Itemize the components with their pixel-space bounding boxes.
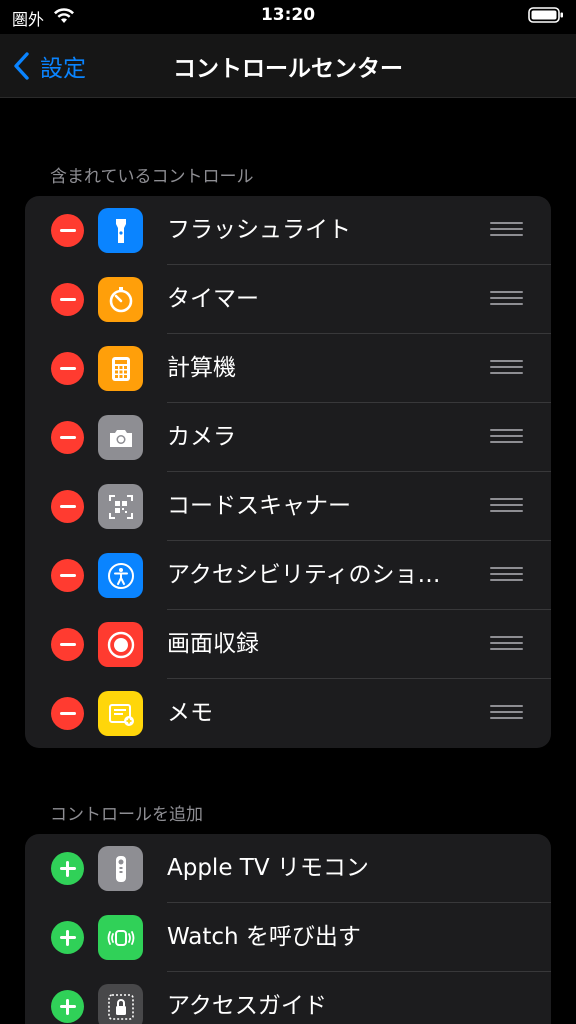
control-label: カメラ (167, 424, 236, 450)
reorder-handle-icon[interactable] (490, 705, 523, 723)
status-bar: 圏外 13:20 (0, 0, 576, 34)
minus-icon (59, 367, 76, 370)
control-label: Watch を呼び出す (167, 924, 361, 950)
minus-icon (59, 436, 76, 439)
control-center-settings-screen: 圏外 13:20 設定 コントロールセンター 含まれているコントロール フラッシ… (0, 0, 576, 1024)
notes-icon (98, 691, 143, 736)
remove-button[interactable] (51, 214, 84, 247)
more-controls-list: Apple TV リモコン Watch を呼び出す アクセスガイド (25, 834, 551, 1024)
remove-button[interactable] (51, 421, 84, 454)
add-controls-section-header: コントロールを追加 (50, 805, 203, 825)
control-label: 画面収録 (167, 631, 259, 657)
reorder-handle-icon[interactable] (490, 291, 523, 309)
minus-icon (59, 505, 76, 508)
available-row: アクセスガイド (25, 972, 551, 1024)
control-label: メモ (167, 700, 213, 726)
remove-button[interactable] (51, 559, 84, 592)
minus-icon (59, 229, 76, 232)
included-row: タイマー (25, 265, 551, 334)
control-label: タイマー (167, 286, 259, 312)
reorder-handle-icon[interactable] (490, 360, 523, 378)
control-label: コードスキャナー (167, 493, 351, 519)
remove-button[interactable] (51, 283, 84, 316)
remove-button[interactable] (51, 490, 84, 523)
guided-access-icon (98, 984, 143, 1024)
minus-icon (59, 643, 76, 646)
included-row: コードスキャナー (25, 472, 551, 541)
camera-icon (98, 415, 143, 460)
timer-icon (98, 277, 143, 322)
add-button[interactable] (51, 990, 84, 1023)
reorder-handle-icon[interactable] (490, 567, 523, 585)
remove-button[interactable] (51, 352, 84, 385)
battery-icon (528, 7, 563, 23)
remove-button[interactable] (51, 628, 84, 661)
remove-button[interactable] (51, 697, 84, 730)
minus-icon (59, 574, 76, 577)
add-button[interactable] (51, 852, 84, 885)
reorder-handle-icon[interactable] (490, 429, 523, 447)
control-label: 計算機 (167, 355, 236, 381)
flashlight-icon (98, 208, 143, 253)
screen-record-icon (98, 622, 143, 667)
reorder-handle-icon[interactable] (490, 222, 523, 240)
available-row: Apple TV リモコン (25, 834, 551, 903)
control-label: フラッシュライト (167, 217, 351, 243)
control-label: アクセスガイド (167, 993, 327, 1019)
available-row: Watch を呼び出す (25, 903, 551, 972)
minus-icon (59, 712, 76, 715)
watch-ping-icon (98, 915, 143, 960)
reorder-handle-icon[interactable] (490, 498, 523, 516)
included-controls-list: フラッシュライト タイマー 計算機 カメラ コードスキャナー アクセシビリティの… (25, 196, 551, 748)
included-section-header: 含まれているコントロール (50, 167, 254, 187)
tv-remote-icon (98, 846, 143, 891)
included-row: カメラ (25, 403, 551, 472)
included-row: アクセシビリティのショ… (25, 541, 551, 610)
control-label: アクセシビリティのショ… (167, 562, 441, 588)
included-row: メモ (25, 679, 551, 748)
navigation-bar: 設定 コントロールセンター (0, 34, 576, 98)
accessibility-icon (98, 553, 143, 598)
status-time: 13:20 (260, 5, 316, 25)
add-button[interactable] (51, 921, 84, 954)
included-row: 画面収録 (25, 610, 551, 679)
page-title: コントロールセンター (173, 56, 403, 82)
qr-code-icon (98, 484, 143, 529)
calculator-icon (98, 346, 143, 391)
included-row: 計算機 (25, 334, 551, 403)
included-row: フラッシュライト (25, 196, 551, 265)
control-label: Apple TV リモコン (167, 855, 369, 881)
minus-icon (59, 298, 76, 301)
reorder-handle-icon[interactable] (490, 636, 523, 654)
